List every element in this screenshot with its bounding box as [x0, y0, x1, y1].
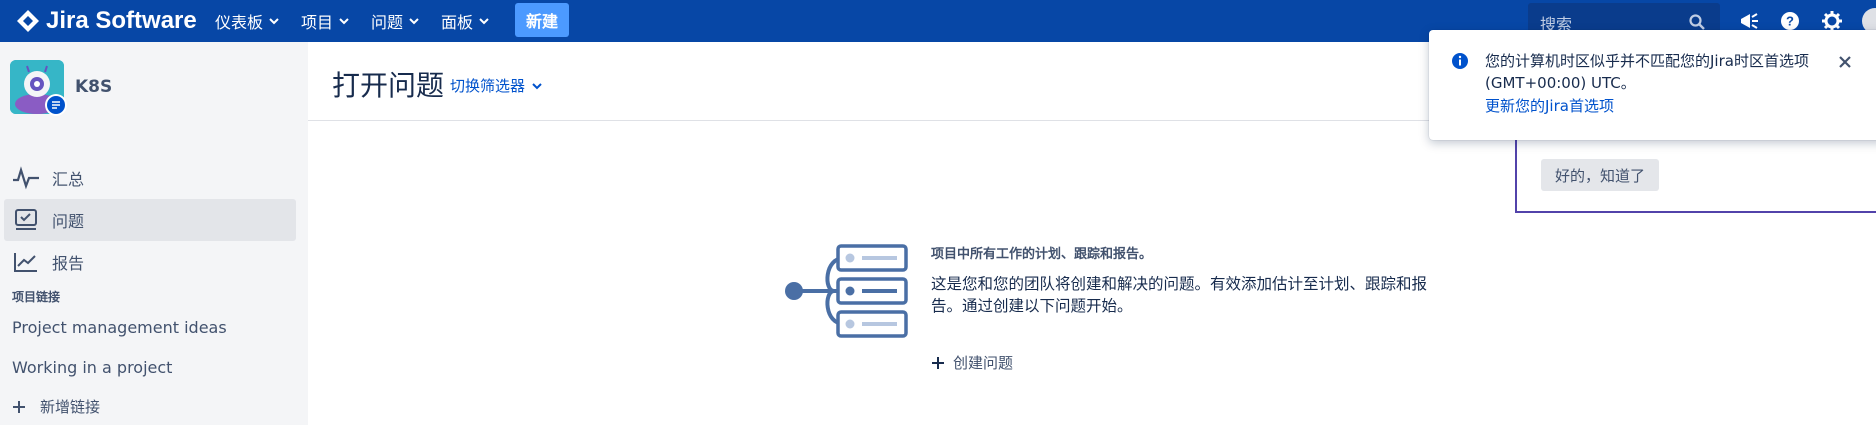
- chevron-down-icon: [339, 18, 349, 25]
- project-name: K8S: [75, 77, 113, 97]
- nav-label: 项目: [301, 13, 334, 32]
- switch-filter-label: 切换筛选器: [450, 77, 526, 95]
- flag-message: 您的计算机时区似乎并不匹配您的Jira时区首选项(GMT+00:00) UTC。: [1485, 52, 1809, 92]
- nav-label: 问题: [371, 13, 404, 32]
- sidebar-item-label: 问题: [52, 212, 85, 231]
- chevron-down-icon: [532, 82, 542, 89]
- nav-boards[interactable]: 面板: [441, 8, 489, 34]
- help-icon[interactable]: ?: [1779, 10, 1801, 32]
- create-issue-label: 创建问题: [953, 354, 1014, 372]
- svg-text:?: ?: [1786, 14, 1794, 29]
- project-links-heading: 项目链接: [12, 290, 61, 304]
- update-preferences-link[interactable]: 更新您的Jira首选项: [1485, 95, 1614, 116]
- jira-diamond-icon: [17, 10, 39, 32]
- nav-label: 面板: [441, 13, 474, 32]
- page-title: 打开问题: [332, 69, 445, 102]
- create-button[interactable]: 新建: [515, 3, 569, 37]
- nav-projects[interactable]: 项目: [301, 8, 349, 34]
- nav-dashboards[interactable]: 仪表板: [215, 8, 279, 34]
- sidebar-item-issues[interactable]: 问题: [4, 199, 296, 241]
- logo-text: Jira Software: [46, 7, 197, 34]
- issues-icon: [12, 206, 40, 234]
- project-link[interactable]: Project management ideas: [12, 318, 227, 337]
- megaphone-icon[interactable]: [1738, 10, 1760, 32]
- switch-filter-button[interactable]: 切换筛选器: [450, 75, 543, 96]
- gear-icon[interactable]: [1821, 10, 1843, 32]
- activity-icon: [12, 164, 40, 192]
- sidebar-item-label: 报告: [52, 254, 85, 273]
- project-sidebar: K8S 汇总 问题 报告 项目链接 Project management ide…: [0, 42, 308, 425]
- chart-icon: [12, 248, 40, 276]
- sidebar-item-summary[interactable]: 汇总: [4, 157, 296, 199]
- chevron-down-icon: [269, 18, 279, 25]
- server-stack-illustration: [785, 244, 908, 338]
- close-icon[interactable]: [1835, 52, 1855, 72]
- add-link-label: 新增链接: [40, 398, 101, 416]
- chevron-down-icon: [479, 18, 489, 25]
- add-link-button[interactable]: 新增链接: [12, 396, 100, 417]
- jira-logo[interactable]: Jira Software: [16, 6, 197, 36]
- info-icon: [1452, 53, 1468, 69]
- nav-issues[interactable]: 问题: [371, 8, 419, 34]
- plus-icon: [13, 400, 25, 413]
- project-type-badge: [45, 94, 67, 116]
- document-icon: [47, 96, 65, 114]
- project-link[interactable]: Working in a project: [12, 358, 172, 377]
- nav-label: 仪表板: [215, 13, 264, 32]
- plus-icon: [932, 356, 944, 369]
- timezone-flag: 您的计算机时区似乎并不匹配您的Jira时区首选项(GMT+00:00) UTC。…: [1429, 30, 1876, 140]
- chevron-down-icon: [409, 18, 419, 25]
- search-icon: [1689, 14, 1705, 30]
- create-issue-button[interactable]: 创建问题: [931, 352, 1013, 373]
- empty-state-heading: 项目中所有工作的计划、跟踪和报告。: [931, 247, 1153, 262]
- sidebar-item-label: 汇总: [52, 170, 85, 189]
- sidebar-item-reports[interactable]: 报告: [4, 241, 296, 283]
- empty-state-body: 这是您和您的团队将创建和解决的问题。有效添加估计至计划、跟踪和报告。通过创建以下…: [931, 275, 1428, 315]
- got-it-button[interactable]: 好的，知道了: [1541, 159, 1659, 191]
